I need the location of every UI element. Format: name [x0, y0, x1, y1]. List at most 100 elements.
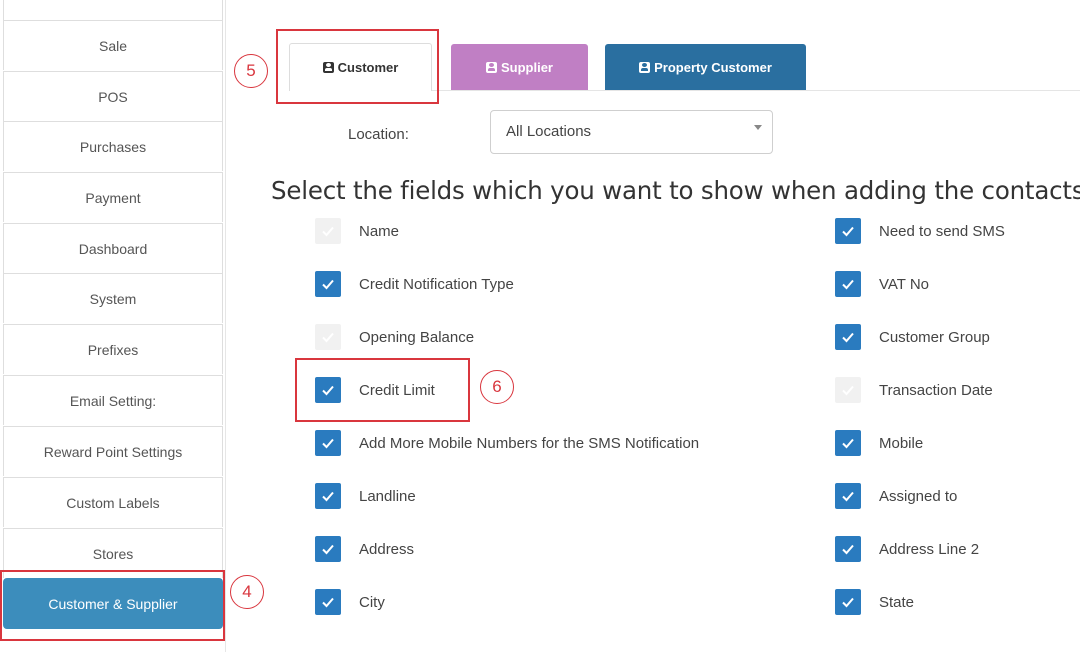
annotation-highlight-customer-tab [276, 29, 439, 104]
location-select[interactable]: All Locations [490, 110, 773, 154]
checkbox-transaction-date [835, 377, 861, 403]
field-state-row: State [835, 589, 914, 615]
annotation-step-6: 6 [480, 370, 514, 404]
contact-card-icon [639, 62, 651, 73]
field-label: VAT No [879, 275, 930, 293]
checkbox-credit-notification-type[interactable] [315, 271, 341, 297]
checkbox-address[interactable] [315, 536, 341, 562]
field-customer-group-row: Customer Group [835, 324, 990, 350]
checkbox-opening-balance [315, 324, 341, 350]
checkbox-address-line-2[interactable] [835, 536, 861, 562]
sidebar-item-payment[interactable]: Payment [3, 172, 223, 222]
field-assigned-to-row: Assigned to [835, 483, 957, 509]
caret-down-icon [754, 125, 762, 130]
field-vat-no-row: VAT No [835, 271, 929, 297]
check-icon [842, 332, 854, 343]
field-label: Landline [359, 487, 416, 505]
check-icon [842, 385, 854, 396]
field-label: Mobile [879, 434, 924, 452]
checkbox-state[interactable] [835, 589, 861, 615]
check-icon [322, 226, 334, 237]
checkbox-add-more-mobile-numbers[interactable] [315, 430, 341, 456]
field-add-more-mobile-numbers-row: Add More Mobile Numbers for the SMS Noti… [315, 430, 699, 456]
field-label: Customer Group [879, 328, 990, 346]
checkbox-assigned-to[interactable] [835, 483, 861, 509]
field-label: Opening Balance [359, 328, 475, 346]
checkbox-mobile[interactable] [835, 430, 861, 456]
field-label: Address Line 2 [879, 540, 980, 558]
sidebar-item-pos[interactable]: POS [3, 71, 223, 121]
sidebar-item-label: Purchases [79, 138, 147, 155]
check-icon [322, 438, 334, 449]
tab-property-customer[interactable]: Property Customer [605, 44, 806, 91]
check-icon [842, 597, 854, 608]
check-icon [322, 544, 334, 555]
check-icon [842, 279, 854, 290]
sidebar-item-label: Reward Point Settings [43, 443, 183, 460]
field-label: Need to send SMS [879, 222, 1005, 240]
checkbox-landline[interactable] [315, 483, 341, 509]
field-mobile-row: Mobile [835, 430, 923, 456]
sidebar-item-custom-labels[interactable]: Custom Labels [3, 477, 223, 527]
sidebar-item-sale[interactable]: Sale [3, 20, 223, 70]
annotation-highlight-customer-supplier [0, 570, 225, 641]
check-icon [842, 226, 854, 237]
sidebar-item-label: Payment [85, 189, 141, 206]
field-address-line-2-row: Address Line 2 [835, 536, 979, 562]
field-label: Assigned to [879, 487, 958, 505]
sidebar-item-top[interactable] [3, 0, 223, 20]
sidebar-item-label: Email Setting: [69, 392, 157, 409]
check-icon [842, 491, 854, 502]
checkbox-customer-group[interactable] [835, 324, 861, 350]
sidebar-item-system[interactable]: System [3, 273, 223, 323]
sidebar-item-email-settings[interactable]: Email Setting: [3, 375, 223, 425]
sidebar-item-label: Prefixes [87, 341, 139, 358]
check-icon [842, 438, 854, 449]
field-city-row: City [315, 589, 385, 615]
checkbox-vat-no[interactable] [835, 271, 861, 297]
field-label: Credit Notification Type [359, 275, 514, 293]
field-opening-balance-row: Opening Balance [315, 324, 474, 350]
field-address-row: Address [315, 536, 414, 562]
checkbox-name [315, 218, 341, 244]
field-label: Add More Mobile Numbers for the SMS Noti… [359, 434, 700, 452]
sidebar-item-label: Dashboard [78, 240, 148, 257]
tab-supplier[interactable]: Supplier [451, 44, 588, 91]
check-icon [842, 544, 854, 555]
checkbox-need-to-send-sms[interactable] [835, 218, 861, 244]
sidebar-item-label: Stores [92, 545, 134, 562]
page-heading: Select the fields which you want to show… [271, 176, 1080, 205]
tab-label: Supplier [500, 60, 553, 75]
checkbox-city[interactable] [315, 589, 341, 615]
check-icon [322, 279, 334, 290]
annotation-highlight-credit-limit [295, 358, 470, 422]
field-label: Address [359, 540, 415, 558]
field-transaction-date-row: Transaction Date [835, 377, 993, 403]
sidebar-item-reward-point-settings[interactable]: Reward Point Settings [3, 426, 223, 476]
field-label: City [359, 593, 385, 611]
sidebar-item-label: Custom Labels [66, 494, 160, 511]
field-name-row: Name [315, 218, 399, 244]
field-label: Name [359, 222, 400, 240]
annotation-step-4: 4 [230, 575, 264, 609]
annotation-step-5: 5 [234, 54, 268, 88]
field-need-to-send-sms-row: Need to send SMS [835, 218, 1005, 244]
check-icon [322, 491, 334, 502]
check-icon [322, 332, 334, 343]
tab-divider [432, 90, 1080, 91]
field-label: State [879, 593, 915, 611]
sidebar-item-prefixes[interactable]: Prefixes [3, 324, 223, 374]
location-selected-value: All Locations [506, 123, 592, 140]
sidebar-item-dashboard[interactable]: Dashboard [3, 223, 223, 273]
field-label: Transaction Date [879, 381, 993, 399]
settings-sidebar: Sale POS Purchases Payment Dashboard Sys… [3, 0, 226, 652]
tab-label: Property Customer [654, 60, 772, 75]
field-credit-notification-type-row: Credit Notification Type [315, 271, 514, 297]
field-landline-row: Landline [315, 483, 416, 509]
location-label: Location: [348, 126, 409, 143]
sidebar-item-purchases[interactable]: Purchases [3, 121, 223, 171]
sidebar-item-label: POS [98, 88, 128, 105]
contact-card-icon [485, 62, 497, 73]
check-icon [322, 597, 334, 608]
sidebar-item-label: System [89, 290, 137, 307]
